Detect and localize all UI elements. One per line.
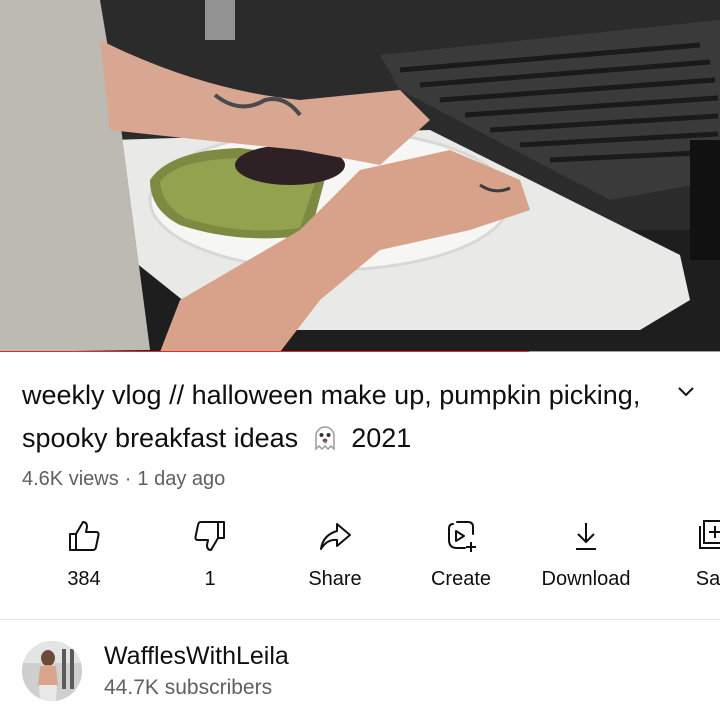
- dislike-count: 1: [204, 568, 216, 590]
- subscriber-count: 44.7K subscribers: [104, 676, 273, 699]
- video-progress-bar[interactable]: [0, 351, 720, 352]
- view-count: 4.6K views: [22, 468, 119, 490]
- thumbs-down-icon: [194, 521, 225, 551]
- download-button[interactable]: Download: [523, 510, 649, 610]
- share-button[interactable]: Share: [272, 510, 398, 610]
- save-label: Sav: [695, 568, 720, 590]
- upload-age: 1 day ago: [137, 468, 226, 490]
- share-arrow-icon: [320, 523, 351, 550]
- channel-avatar[interactable]: [22, 641, 82, 701]
- download-icon: [576, 523, 596, 550]
- section-divider: [0, 619, 720, 620]
- video-progress-fill: [0, 351, 530, 352]
- video-player[interactable]: [0, 0, 720, 352]
- create-remix-icon: [448, 521, 476, 552]
- video-title-year: 2021: [351, 423, 412, 453]
- create-button[interactable]: Create: [398, 510, 524, 610]
- video-title[interactable]: weekly vlog // halloween make up, pumpki…: [22, 374, 642, 460]
- meta-separator: ·: [124, 468, 132, 490]
- like-button[interactable]: 384: [21, 510, 147, 610]
- ghost-emoji-icon: [314, 426, 335, 451]
- create-label: Create: [430, 568, 492, 590]
- channel-name[interactable]: WafflesWithLeila: [104, 642, 289, 671]
- video-meta: 4.6K views · 1 day ago: [22, 468, 225, 491]
- download-label: Download: [541, 568, 631, 590]
- action-row: 384 1 Share Create Download Sa: [0, 510, 720, 610]
- dislike-button[interactable]: 1: [147, 510, 273, 610]
- video-frame-illustration: [0, 0, 720, 352]
- chevron-down-icon[interactable]: [672, 378, 700, 406]
- playlist-add-icon: [699, 520, 720, 549]
- save-button[interactable]: Sav: [650, 510, 720, 610]
- like-count: 384: [67, 568, 101, 590]
- thumbs-up-icon: [69, 521, 100, 551]
- channel-avatar-image: [22, 641, 82, 701]
- share-label: Share: [308, 568, 362, 590]
